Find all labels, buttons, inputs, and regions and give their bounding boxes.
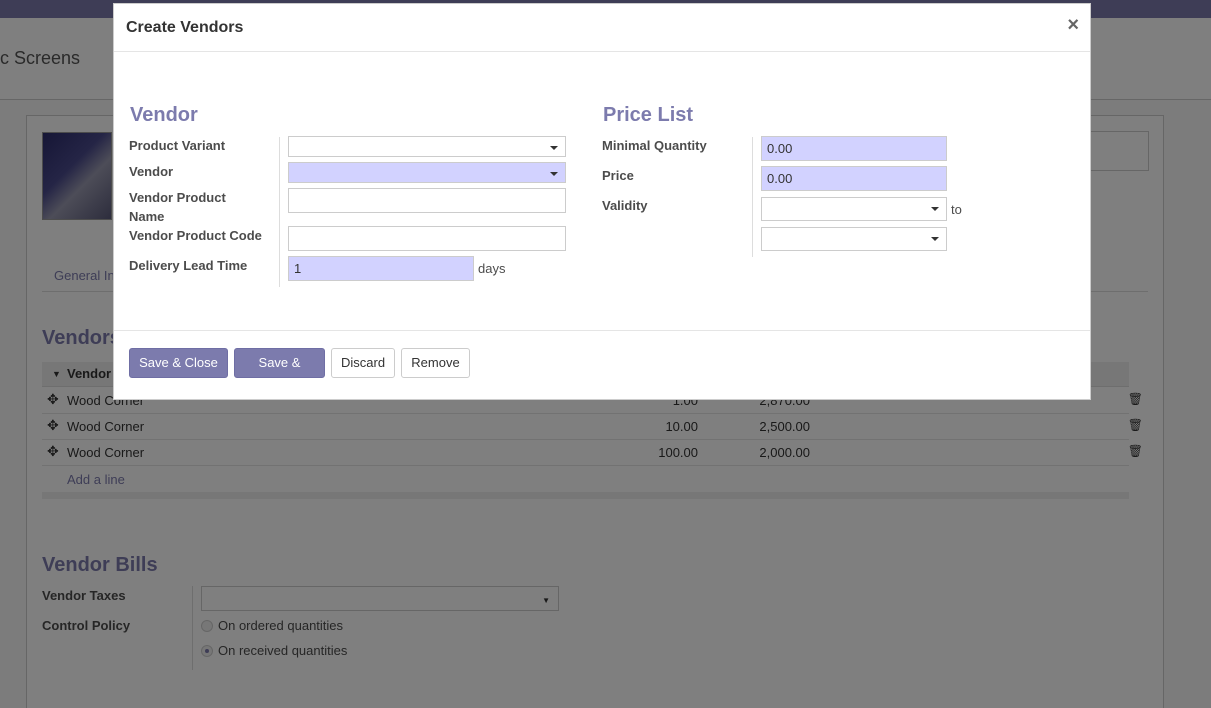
- vendor-product-code-input[interactable]: [288, 226, 566, 251]
- modal-footer: Save & Close Save & New Discard Remove: [114, 330, 1090, 400]
- product-variant-select[interactable]: [288, 136, 566, 157]
- product-variant-label: Product Variant: [129, 138, 226, 153]
- delivery-lead-time-unit: days: [478, 261, 506, 276]
- chevron-down-icon: [550, 146, 558, 150]
- discard-button[interactable]: Discard: [331, 348, 395, 378]
- minimal-quantity-input[interactable]: [761, 136, 947, 161]
- remove-button[interactable]: Remove: [401, 348, 470, 378]
- field-separator: [752, 137, 753, 257]
- validity-label: Validity: [602, 198, 648, 213]
- vendor-product-name-input[interactable]: [288, 188, 566, 213]
- chevron-down-icon: [931, 237, 939, 241]
- save-new-button[interactable]: Save & New: [234, 348, 325, 398]
- price-list-group-title: Price List: [603, 104, 694, 126]
- minimal-quantity-label: Minimal Quantity: [602, 138, 707, 153]
- price-input[interactable]: [761, 166, 947, 191]
- validity-from-datepicker[interactable]: [761, 197, 947, 221]
- validity-to-datepicker[interactable]: [761, 227, 947, 251]
- modal-header: Create Vendors ×: [114, 4, 1090, 52]
- close-icon[interactable]: ×: [1067, 14, 1079, 37]
- validity-separator: to: [951, 202, 962, 217]
- delivery-lead-time-input[interactable]: [288, 256, 474, 281]
- price-label: Price: [602, 168, 634, 183]
- field-separator: [279, 137, 280, 287]
- modal-title: Create Vendors: [126, 19, 244, 36]
- vendor-label: Vendor: [129, 164, 174, 179]
- create-vendors-dialog: Create Vendors × Vendor Product Variant …: [113, 3, 1091, 400]
- delivery-lead-time-label: Delivery Lead Time: [129, 258, 248, 273]
- vendor-product-code-label: Vendor Product Code: [129, 228, 262, 243]
- vendor-select[interactable]: [288, 162, 566, 183]
- vendor-product-name-label: Vendor Product Name: [129, 190, 226, 224]
- vendor-group-title: Vendor: [130, 104, 198, 126]
- chevron-down-icon: [550, 172, 558, 176]
- chevron-down-icon: [931, 207, 939, 211]
- save-close-button[interactable]: Save & Close: [129, 348, 228, 378]
